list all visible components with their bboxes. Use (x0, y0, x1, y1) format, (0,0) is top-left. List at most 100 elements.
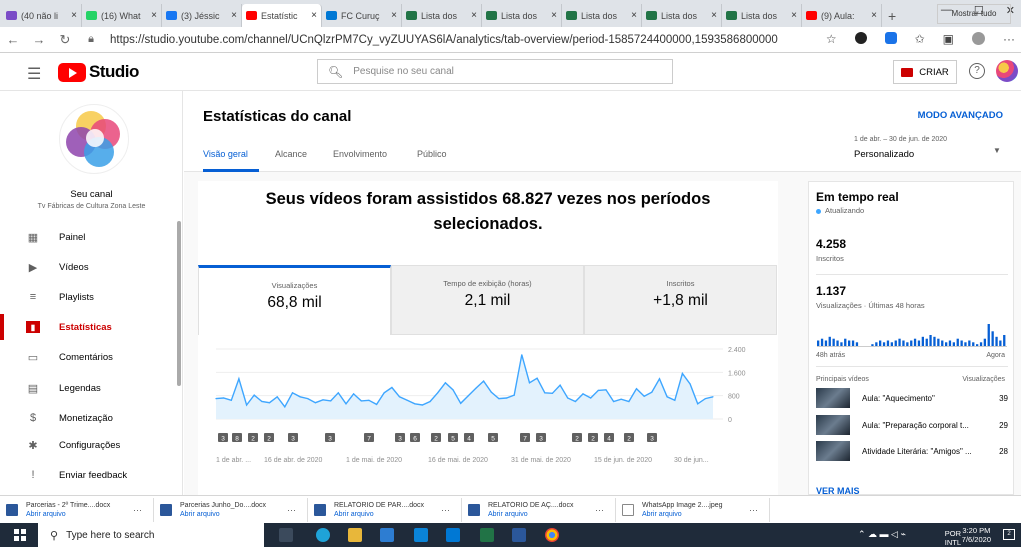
close-tab-icon[interactable]: × (391, 10, 397, 21)
windows-start-icon[interactable] (14, 529, 26, 541)
advanced-mode-link[interactable]: MODO AVANÇADO (918, 110, 1003, 121)
sidebar-item-monetiza-o[interactable]: $ Monetização (0, 405, 183, 431)
sidebar-item-coment-rios[interactable]: ▭ Comentários (0, 344, 183, 370)
help-icon[interactable]: ? (969, 63, 985, 79)
download-menu-icon[interactable]: ··· (441, 505, 450, 515)
sidebar-item-painel[interactable]: ▦ Painel (0, 224, 183, 250)
upload-marker[interactable]: 3 (325, 433, 335, 443)
favorite-star-icon[interactable]: ☆ (826, 32, 837, 46)
upload-marker[interactable]: 2 (572, 433, 582, 443)
top-video-row[interactable]: Aula: "Aquecimento" 39 (816, 388, 1008, 408)
browser-tab[interactable]: Lista dos × (722, 4, 802, 27)
profile-icon[interactable] (972, 32, 985, 45)
photos-icon[interactable] (414, 528, 428, 542)
open-file-link[interactable]: Abrir arquivo (642, 510, 747, 519)
browser-tab[interactable]: Estatístic × (242, 4, 322, 27)
download-menu-icon[interactable]: ··· (595, 505, 604, 515)
metric-tab[interactable]: Tempo de exibição (horas) 2,1 mil (391, 265, 584, 335)
close-tab-icon[interactable]: × (711, 10, 717, 21)
close-tab-icon[interactable]: × (631, 10, 637, 21)
taskbar-search[interactable]: ⚲ Type here to search (38, 523, 264, 547)
store-icon[interactable] (380, 528, 394, 542)
sidebar-scrollbar[interactable] (177, 221, 181, 386)
collections-icon[interactable]: ▣ (943, 32, 954, 46)
upload-marker[interactable]: 2 (588, 433, 598, 443)
sidebar-item-legendas[interactable]: ▤ Legendas (0, 375, 183, 401)
download-menu-icon[interactable]: ··· (133, 505, 142, 515)
upload-marker[interactable]: 2 (264, 433, 274, 443)
download-item[interactable]: WhatsApp Image 2....jpeg Abrir arquivo ··· (622, 497, 770, 522)
top-video-row[interactable]: Atividade Literária: "Amigos" ... 28 (816, 441, 1008, 461)
sidebar-item-enviar-feedback[interactable]: ! Enviar feedback (0, 462, 183, 488)
upload-marker[interactable]: 3 (536, 433, 546, 443)
browser-tab[interactable]: Lista dos × (562, 4, 642, 27)
metric-tab[interactable]: Visualizações 68,8 mil (198, 265, 391, 335)
sidebar-item-configura-es[interactable]: ✱ Configurações (0, 432, 183, 458)
more-icon[interactable]: ··· (1003, 32, 1015, 46)
menu-icon[interactable]: ☰ (27, 64, 41, 84)
top-video-row[interactable]: Aula: "Preparação corporal t... 29 (816, 415, 1008, 435)
metric-tab[interactable]: Inscritos +1,8 mil (584, 265, 777, 335)
close-tab-icon[interactable]: × (151, 10, 157, 21)
close-tab-icon[interactable]: × (551, 10, 557, 21)
upload-marker[interactable]: 3 (218, 433, 228, 443)
upload-marker[interactable]: 5 (448, 433, 458, 443)
channel-search-input[interactable]: 🔍︎ Pesquise no seu canal (317, 59, 673, 84)
new-tab-icon[interactable]: + (882, 4, 902, 27)
mail-icon[interactable] (446, 528, 460, 542)
open-file-link[interactable]: Abrir arquivo (488, 510, 593, 519)
chevron-down-icon[interactable]: ▼ (993, 146, 1001, 155)
close-tab-icon[interactable]: × (871, 10, 877, 21)
upload-marker[interactable]: 2 (431, 433, 441, 443)
close-tab-icon[interactable]: × (311, 10, 317, 21)
forward-icon[interactable]: → (26, 32, 52, 47)
browser-tab[interactable]: Lista dos × (642, 4, 722, 27)
upload-marker[interactable]: 7 (364, 433, 374, 443)
sidebar-item-v-deos[interactable]: ▶ Vídeos (0, 254, 183, 280)
close-tab-icon[interactable]: × (231, 10, 237, 21)
close-tab-icon[interactable]: × (71, 10, 77, 21)
browser-tab[interactable]: (3) Jéssic × (162, 4, 242, 27)
open-file-link[interactable]: Abrir arquivo (26, 510, 131, 519)
upload-marker[interactable]: 2 (624, 433, 634, 443)
browser-tab[interactable]: Lista dos × (482, 4, 562, 27)
tray-icons[interactable]: ⌃ ☁ ▬ ◁ ⌁ (858, 529, 906, 540)
upload-marker[interactable]: 4 (464, 433, 474, 443)
excel-icon[interactable] (480, 528, 494, 542)
upload-marker[interactable]: 7 (520, 433, 530, 443)
close-tab-icon[interactable]: × (471, 10, 477, 21)
browser-tab[interactable]: (9) Aula: × (802, 4, 882, 27)
upload-marker[interactable]: 2 (248, 433, 258, 443)
create-button[interactable]: CRIAR (893, 60, 957, 84)
task-view-icon[interactable] (279, 528, 293, 542)
upload-marker[interactable]: 5 (488, 433, 498, 443)
chrome-icon[interactable] (545, 528, 559, 542)
upload-marker[interactable]: 3 (395, 433, 405, 443)
favorites-icon[interactable]: ✩ (915, 32, 925, 46)
refresh-icon[interactable]: ↻ (52, 32, 78, 48)
tab-3[interactable]: Público (417, 149, 447, 159)
upload-marker[interactable]: 6 (410, 433, 420, 443)
sidebar-item-estat-sticas[interactable]: ▮ Estatísticas (0, 314, 183, 340)
word-icon[interactable] (512, 528, 526, 542)
browser-tab[interactable]: FC Curuç × (322, 4, 402, 27)
download-item[interactable]: Parcerias - 2º Trime....docx Abrir arquiv… (6, 497, 154, 522)
studio-logo[interactable]: Studio (58, 62, 139, 82)
date-preset-dropdown[interactable]: Personalizado (854, 149, 914, 160)
upload-marker[interactable]: 4 (604, 433, 614, 443)
clock[interactable]: 3:20 PM 7/6/2020 (962, 526, 991, 544)
show-all-downloads-button[interactable]: Mostrar tudo (937, 4, 1011, 24)
download-item[interactable]: RELATÓRIO DE PAR....docx Abrir arquivo ··· (314, 497, 462, 522)
tab-0[interactable]: Visão geral (203, 149, 248, 159)
upload-marker[interactable]: 3 (647, 433, 657, 443)
browser-tab[interactable]: Lista dos × (402, 4, 482, 27)
edge-icon[interactable] (316, 528, 330, 542)
input-language[interactable]: POR INTL (945, 529, 961, 547)
notifications-icon[interactable]: 2 (1003, 529, 1015, 540)
back-icon[interactable]: ← (0, 32, 26, 47)
tab-1[interactable]: Alcance (275, 149, 307, 159)
open-file-link[interactable]: Abrir arquivo (180, 510, 285, 519)
extension2-icon[interactable] (884, 32, 897, 44)
channel-avatar[interactable] (59, 104, 129, 174)
close-tab-icon[interactable]: × (791, 10, 797, 21)
